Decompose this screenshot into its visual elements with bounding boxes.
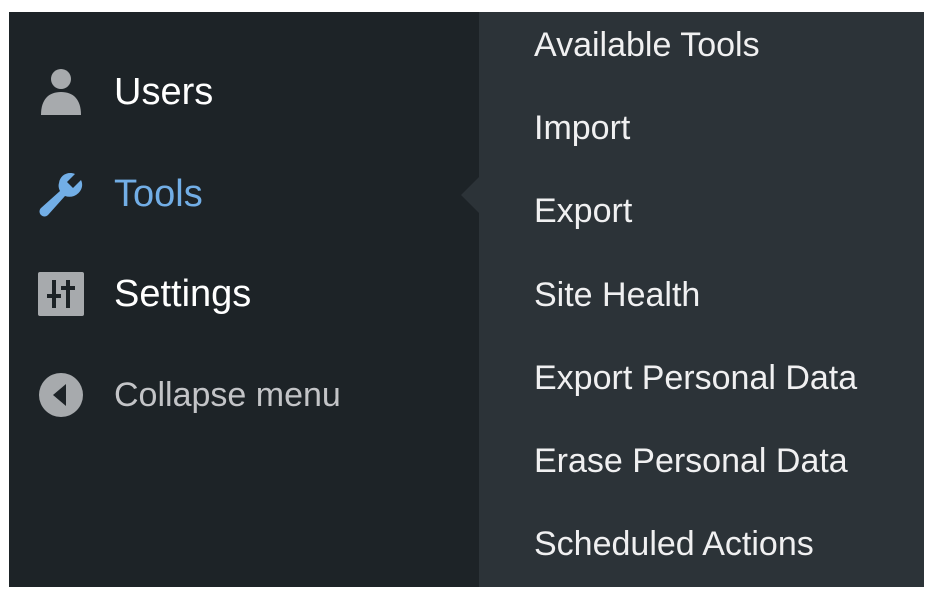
submenu-item-export[interactable]: Export bbox=[534, 181, 914, 241]
submenu-item-site-health[interactable]: Site Health bbox=[534, 265, 914, 325]
menu-label-settings: Settings bbox=[114, 272, 252, 315]
menu-label-collapse: Collapse menu bbox=[114, 375, 341, 414]
cut-off-menu-label: g bbox=[129, 12, 239, 24]
collapse-menu-button[interactable]: Collapse menu bbox=[9, 355, 479, 435]
menu-item-users[interactable]: Users bbox=[9, 52, 479, 132]
sliders-icon bbox=[35, 268, 87, 320]
menu-label-tools: Tools bbox=[114, 172, 203, 215]
menu-item-settings[interactable]: Settings bbox=[9, 254, 479, 334]
submenu-item-scheduled-actions[interactable]: Scheduled Actions bbox=[534, 514, 914, 574]
submenu-item-available-tools[interactable]: Available Tools bbox=[534, 15, 914, 75]
user-icon bbox=[35, 66, 87, 118]
tools-submenu: Available Tools Import Export Site Healt… bbox=[479, 12, 924, 587]
flyout-pointer bbox=[461, 177, 479, 213]
menu-item-tools[interactable]: Tools bbox=[9, 154, 479, 234]
menu-label-users: Users bbox=[114, 70, 214, 113]
submenu-item-import[interactable]: Import bbox=[534, 98, 914, 158]
admin-menu: g Users Tools bbox=[9, 12, 924, 587]
wrench-icon bbox=[35, 168, 87, 220]
submenu-item-export-personal-data[interactable]: Export Personal Data bbox=[534, 348, 914, 408]
submenu-item-erase-personal-data[interactable]: Erase Personal Data bbox=[534, 431, 914, 491]
collapse-arrow-icon bbox=[35, 369, 87, 421]
